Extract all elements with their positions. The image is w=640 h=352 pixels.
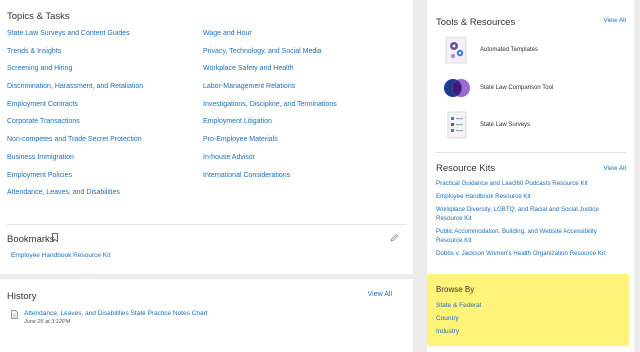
topic-link[interactable]: Screening and Hiring [7,64,143,82]
history-panel: History View All Attendance, Leaves, and… [0,279,413,352]
topic-link[interactable]: Employment Litigation [203,117,337,135]
topic-link[interactable]: Employment Contracts [7,100,143,118]
topic-link[interactable]: Discrimination, Harassment, and Retaliat… [7,82,143,100]
bookmark-item[interactable]: Employee Handbook Resource Kit [11,252,110,259]
topic-link[interactable]: Attendance, Leaves, and Disabilities [7,188,143,206]
topics-tasks-title: Topics & Tasks [7,11,70,22]
topic-link[interactable]: Privacy, Technology, and Social Media [203,47,337,65]
browse-by-country-link[interactable]: Country [436,315,459,322]
resource-kit-link[interactable]: Public Accommodation, Building, and Webs… [436,228,621,245]
survey-document-icon [447,111,467,139]
tool-label[interactable]: Automated Templates [480,47,538,53]
resource-kit-link[interactable]: Dobbs v. Jackson Women's Health Organiza… [436,250,621,259]
topic-link[interactable]: Wage and Hour [203,29,337,47]
history-item-title[interactable]: Attendance, Leaves, and Disabilities Sta… [24,310,208,317]
topic-link[interactable]: In-house Advisor [203,153,337,171]
topic-link[interactable]: Workplace Safety and Health [203,64,337,82]
topic-link[interactable]: Non-competes and Trade Secret Protection [7,135,143,153]
browse-by-title: Browse By [436,285,475,294]
history-item-date: June 26 at 3:12PM [24,319,71,325]
topic-link[interactable]: Investigations, Discipline, and Terminat… [203,100,337,118]
tools-view-all-link[interactable]: View All [603,17,626,24]
document-icon [11,310,18,319]
topic-link[interactable]: Business Immigration [7,153,143,171]
topic-link[interactable]: International Considerations [203,171,337,189]
history-title: History [7,291,37,302]
tool-state-law-comparison[interactable]: State Law Comparison Tool [443,74,623,104]
topic-link[interactable]: State Law Surveys and Content Guides [7,29,143,47]
topic-link[interactable]: Pro-Employee Materials [203,135,337,153]
browse-by-panel: Browse By State & Federal Country Indust… [427,274,629,346]
topics-column-2: Wage and Hour Privacy, Technology, and S… [203,29,337,188]
topics-column-1: State Law Surveys and Content Guides Tre… [7,29,143,206]
resource-kit-link[interactable]: Practical Guidance and Law360 Podcasts R… [436,180,621,189]
tool-state-law-surveys[interactable]: State Law Surveys [443,111,623,141]
divider [436,152,626,153]
topic-link[interactable]: Trends & Insights [7,47,143,65]
compare-circles-icon [444,79,470,97]
topic-link[interactable]: Employment Policies [7,171,143,189]
resource-kit-link[interactable]: Workplace Diversity, LGBTQ, and Racial a… [436,206,621,223]
history-view-all-link[interactable]: View All [368,291,392,298]
bookmarks-title: Bookmarks [7,234,55,245]
resource-kits-title: Resource Kits [436,163,496,174]
bookmark-icon [52,233,58,242]
divider [7,224,406,225]
browse-by-state-federal-link[interactable]: State & Federal [436,302,481,309]
pencil-edit-icon[interactable] [390,233,399,242]
tool-label[interactable]: State Law Surveys [480,122,530,128]
left-column: Topics & Tasks State Law Surveys and Con… [0,0,413,352]
topics-tasks-panel: Topics & Tasks State Law Surveys and Con… [0,0,413,237]
topic-link[interactable]: Corporate Transactions [7,117,143,135]
tool-label[interactable]: State Law Comparison Tool [480,85,553,91]
topic-link[interactable]: Labor-Management Relations [203,82,337,100]
browse-by-industry-link[interactable]: Industry [436,328,459,335]
resource-kits-view-all-link[interactable]: View All [603,165,626,172]
gears-icon [445,36,467,64]
bookmarks-panel: Bookmarks [0,224,413,274]
tool-automated-templates[interactable]: Automated Templates [443,36,623,66]
resource-kit-link[interactable]: Employee Handbook Resource Kit [436,193,621,202]
tools-resources-title: Tools & Resources [436,17,516,28]
